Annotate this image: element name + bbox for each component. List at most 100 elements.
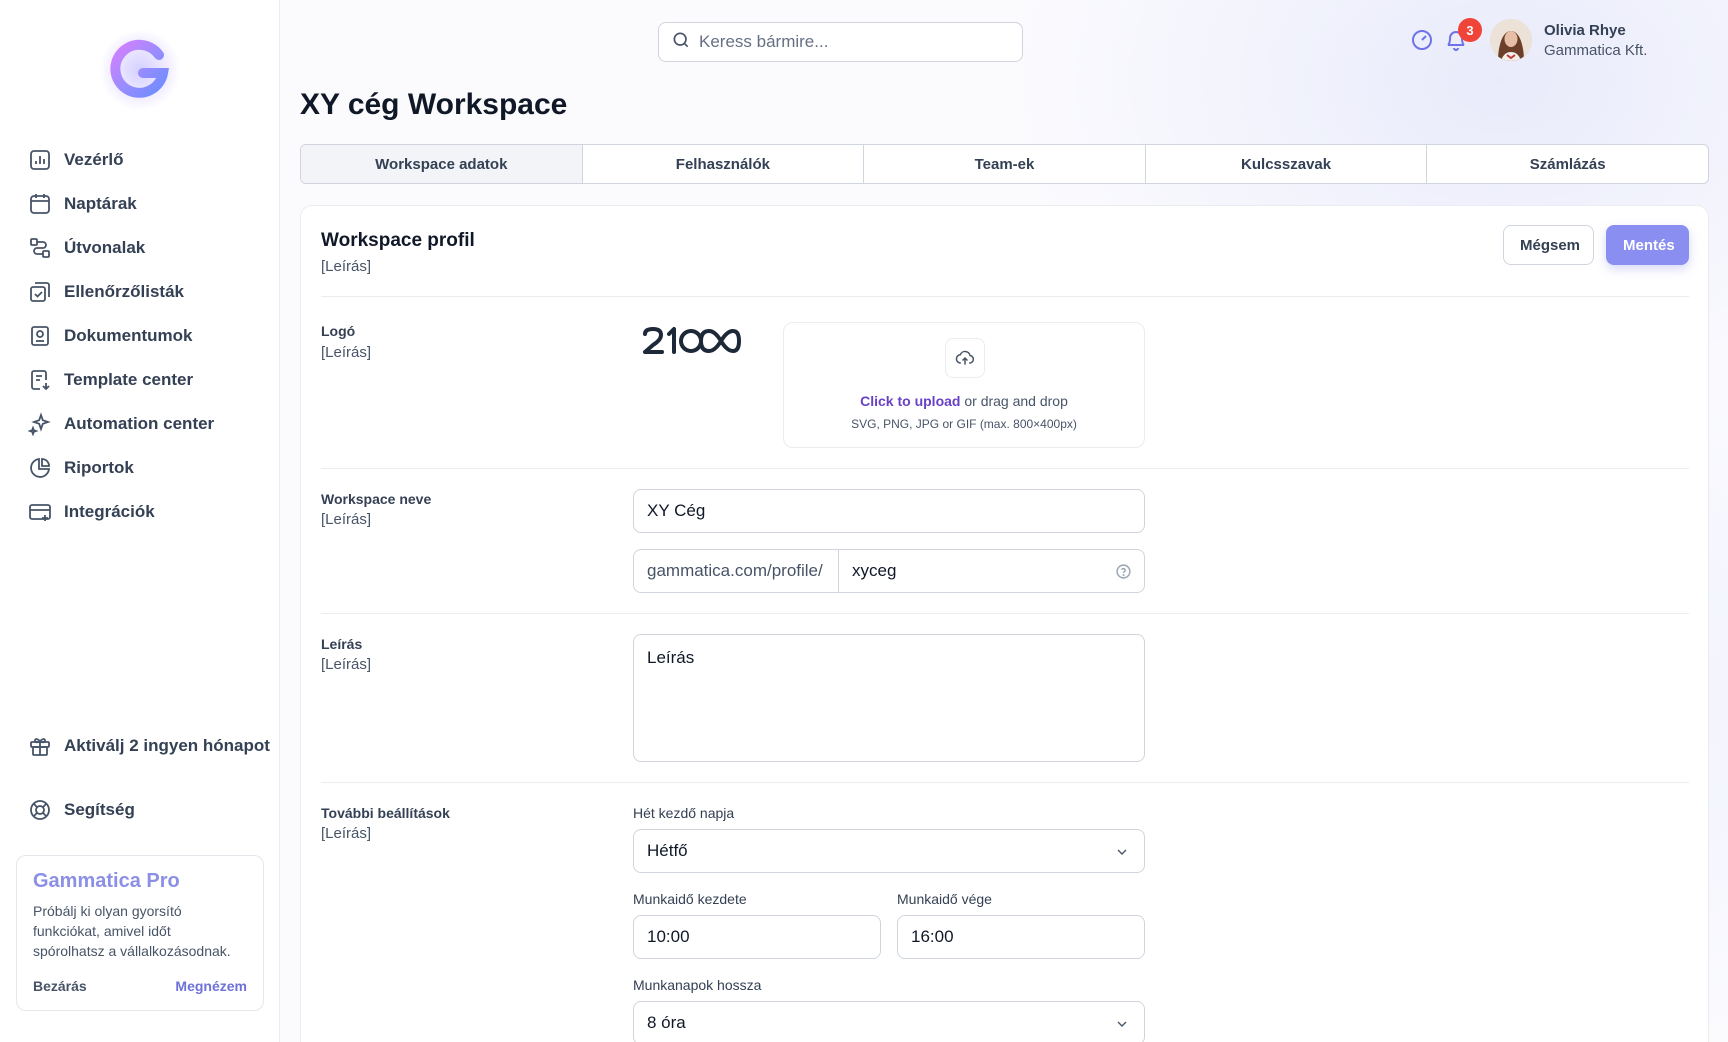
promo-title: Gammatica Pro: [33, 870, 180, 892]
sidebar-item-label: Útvonalak: [64, 238, 146, 257]
sidebar-item-naptarak[interactable]: Naptárak: [28, 182, 268, 226]
help-circle-icon[interactable]: [1115, 563, 1132, 585]
header-icons: 3: [1408, 18, 1482, 54]
app-logo[interactable]: [100, 30, 180, 110]
url-prefix: gammatica.com/profile/: [633, 549, 839, 593]
workspace-name-label: Workspace neve: [321, 491, 432, 507]
upload-instructions: Click to upload or drag and drop: [784, 393, 1144, 409]
g-logo-icon: [110, 39, 169, 98]
drag-drop-text: or drag and drop: [960, 393, 1068, 409]
promo-actions: Bezárás Megnézem: [33, 978, 247, 994]
upload-hint: SVG, PNG, JPG or GIF (max. 800×400px): [851, 417, 1077, 431]
week-start-select[interactable]: Hétfő: [633, 829, 1145, 873]
description-label: Leírás: [321, 636, 363, 652]
sidebar-item-label: Naptárak: [64, 194, 137, 213]
logo-label: Logó: [321, 323, 356, 339]
description-textarea[interactable]: Leírás: [633, 634, 1145, 762]
sidebar-item-ellenorzolistak[interactable]: Ellenőrzőlisták: [28, 270, 268, 314]
activate-label: Aktiválj 2 ingyen hónapot: [64, 736, 270, 755]
workspace-url-input[interactable]: xyceg: [838, 549, 1145, 593]
divider: [321, 296, 1689, 297]
sidebar-item-label: Ellenőrzőlisták: [64, 282, 184, 301]
bottom-nav: Aktiválj 2 ingyen hónapot Segítség: [28, 724, 278, 832]
tab-workspace-adatok[interactable]: Workspace adatok: [301, 145, 583, 183]
work-end-label: Munkaidő vége: [897, 891, 992, 907]
day-length-value: 8 óra: [647, 1013, 686, 1032]
workspace-tabs: Workspace adatok Felhasználók Team-ek Ku…: [300, 144, 1709, 184]
sidebar-item-label: Vezérlő: [64, 150, 124, 169]
promo-text: Próbálj ki olyan gyorsító funkciókat, am…: [33, 903, 231, 959]
checklist-icon: [28, 280, 52, 304]
work-start-input[interactable]: 10:00: [633, 915, 881, 959]
promo-view-button[interactable]: Megnézem: [175, 978, 247, 994]
lifebuoy-icon: [28, 798, 52, 822]
workspace-url-value: xyceg: [852, 561, 897, 580]
pie-chart-icon: [28, 456, 52, 480]
sidebar-nav: Vezérlő Naptárak Útvonalak Ellenőrzőlist…: [28, 138, 268, 534]
tab-felhasznalok[interactable]: Felhasználók: [583, 145, 865, 183]
speedometer-icon: [1412, 30, 1432, 50]
sidebar-item-label: Template center: [64, 370, 194, 389]
settings-description: [Leírás]: [321, 825, 372, 842]
upload-cloud-icon: [945, 338, 985, 378]
divider: [321, 782, 1689, 783]
work-start-label: Munkaidő kezdete: [633, 891, 747, 907]
card-title: Workspace profil: [321, 230, 475, 251]
sidebar-item-dokumentumok[interactable]: Dokumentumok: [28, 314, 268, 358]
user-menu[interactable]: Olivia Rhye Gammatica Kft.: [1490, 19, 1647, 61]
sidebar-item-automation-center[interactable]: Automation center: [28, 402, 268, 446]
workspace-name-input[interactable]: XY Cég: [633, 489, 1145, 533]
search-icon: [671, 30, 691, 55]
sidebar-item-label: Dokumentumok: [64, 326, 193, 345]
sidebar-item-label: Integrációk: [64, 502, 155, 521]
card-subtitle: [Leírás]: [321, 258, 372, 275]
brand-2100-logo: 2100: [643, 327, 741, 354]
gift-icon: [28, 734, 52, 758]
help-label: Segítség: [64, 800, 135, 819]
user-name: Olivia Rhye: [1544, 21, 1626, 39]
logo-description: [Leírás]: [321, 344, 372, 361]
search-input[interactable]: [699, 32, 999, 52]
help-link[interactable]: Segítség: [28, 788, 278, 832]
save-button[interactable]: Mentés: [1606, 225, 1689, 265]
week-start-label: Hét kezdő napja: [633, 805, 735, 821]
description-description: [Leírás]: [321, 656, 372, 673]
sidebar: Vezérlő Naptárak Útvonalak Ellenőrzőlist…: [0, 0, 280, 1042]
workspace-profile-card: Workspace profil [Leírás] Mégsem Mentés …: [300, 205, 1709, 1042]
page-title: XY cég Workspace: [300, 88, 568, 121]
route-icon: [28, 236, 52, 260]
integration-icon: [28, 500, 52, 524]
search-bar[interactable]: [658, 22, 1023, 62]
promo-close-button[interactable]: Bezárás: [33, 978, 87, 994]
sidebar-item-integraciok[interactable]: Integrációk: [28, 490, 268, 534]
document-icon: [28, 324, 52, 348]
activate-free-months-link[interactable]: Aktiválj 2 ingyen hónapot: [28, 724, 278, 768]
bar-chart-icon: [28, 148, 52, 172]
sidebar-item-label: Automation center: [64, 414, 215, 433]
logo-upload-dropzone[interactable]: Click to upload or drag and drop SVG, PN…: [783, 322, 1145, 448]
sidebar-item-template-center[interactable]: Template center: [28, 358, 268, 402]
tab-team-ek[interactable]: Team-ek: [864, 145, 1146, 183]
workspace-name-description: [Leírás]: [321, 511, 372, 528]
tab-kulcsszavak[interactable]: Kulcsszavak: [1146, 145, 1428, 183]
sidebar-item-riportok[interactable]: Riportok: [28, 446, 268, 490]
work-end-input[interactable]: 16:00: [897, 915, 1145, 959]
settings-label: További beállítások: [321, 805, 450, 821]
cancel-button[interactable]: Mégsem: [1503, 225, 1594, 265]
tab-szamlazas[interactable]: Számlázás: [1427, 145, 1708, 183]
notifications-button[interactable]: 3: [1442, 18, 1482, 54]
workspace-logo: 2100: [641, 326, 741, 363]
day-length-label: Munkanapok hossza: [633, 977, 762, 993]
user-company: Gammatica Kft.: [1544, 41, 1648, 59]
chevron-down-icon: [1114, 844, 1130, 865]
day-length-select[interactable]: 8 óra: [633, 1001, 1145, 1042]
notification-badge: 3: [1458, 18, 1482, 42]
sidebar-item-vezerlo[interactable]: Vezérlő: [28, 138, 268, 182]
divider: [321, 468, 1689, 469]
sidebar-item-label: Riportok: [64, 458, 134, 477]
speedometer-button[interactable]: [1408, 26, 1436, 54]
pro-promo-card: Gammatica Pro Próbálj ki olyan gyorsító …: [16, 855, 264, 1011]
divider: [321, 613, 1689, 614]
sidebar-item-utvonalak[interactable]: Útvonalak: [28, 226, 268, 270]
click-to-upload-link[interactable]: Click to upload: [860, 393, 960, 409]
